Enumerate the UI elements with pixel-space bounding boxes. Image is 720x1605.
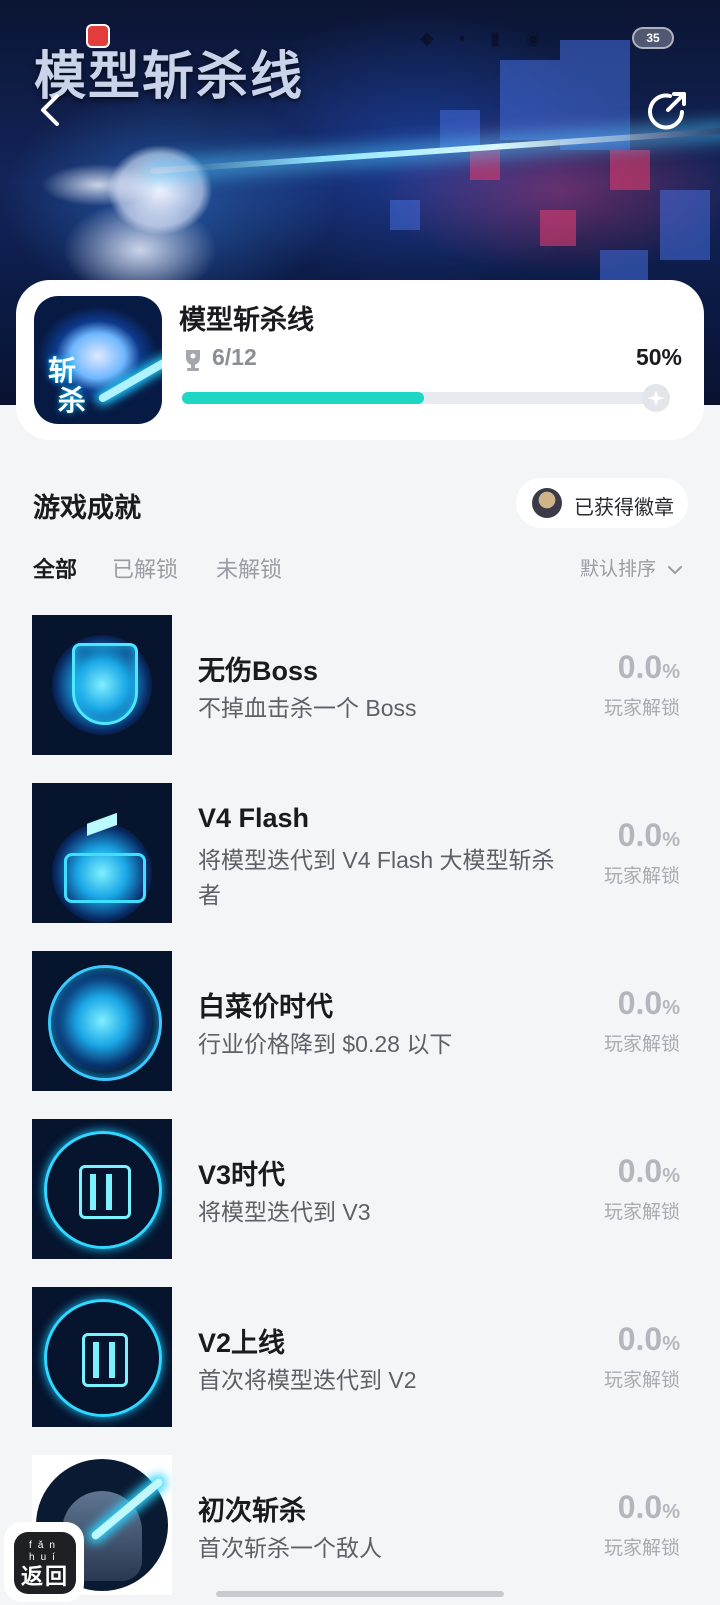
progress-end-badge-icon bbox=[642, 384, 670, 412]
cabbage-circuit-icon bbox=[32, 951, 172, 1091]
status-bar-icons: ◆ ▪ ▮ ◉ bbox=[420, 28, 551, 48]
achievement-unlock-percent: 0.0% bbox=[617, 1489, 680, 1525]
achievement-description: 将模型迭代到 V4 Flash 大模型斩杀者 bbox=[198, 847, 555, 908]
game-icon[interactable]: 斩 杀 bbox=[34, 296, 162, 424]
achievement-unlock-percent: 0.0% bbox=[617, 1153, 680, 1189]
return-button[interactable]: fǎn huí 返回 bbox=[4, 1522, 84, 1602]
achievement-title: V2上线 bbox=[198, 1328, 286, 1358]
progress-bar bbox=[182, 384, 670, 412]
lightning-chip-icon bbox=[32, 783, 172, 923]
chip-three-bars-icon bbox=[32, 1119, 172, 1259]
earned-badges-label: 已获得徽章 bbox=[574, 497, 674, 519]
achievement-description: 首次将模型迭代到 V2 bbox=[198, 1367, 417, 1393]
achievement-title: 无伤Boss bbox=[198, 656, 319, 686]
game-name: 模型斩杀线 bbox=[179, 305, 314, 335]
section-title: 游戏成就 bbox=[33, 493, 141, 523]
chevron-down-icon bbox=[668, 565, 683, 575]
banner-title: 模型斩杀线 bbox=[34, 46, 305, 107]
achievement-row[interactable]: V3时代 将模型迭代到 V3 0.0% 玩家解锁 bbox=[0, 1119, 720, 1269]
achievement-description: 行业价格降到 $0.28 以下 bbox=[198, 1031, 453, 1057]
achievement-unlock-percent: 0.0% bbox=[617, 817, 680, 853]
share-button[interactable] bbox=[644, 88, 692, 136]
chevron-left-icon bbox=[41, 94, 59, 126]
achievement-unlock-percent: 0.0% bbox=[617, 649, 680, 685]
return-button-face: fǎn huí 返回 bbox=[14, 1532, 76, 1594]
achievement-unlock-percent: 0.0% bbox=[617, 1321, 680, 1357]
sort-dropdown[interactable]: 默认排序 bbox=[580, 554, 683, 581]
progress-bar-fill bbox=[182, 392, 424, 404]
achievement-unlock-label: 玩家解锁 bbox=[603, 698, 680, 719]
achievement-description: 首次斩杀一个敌人 bbox=[198, 1535, 382, 1561]
return-pinyin: fǎn huí bbox=[29, 1540, 61, 1563]
achievement-description: 不掉血击杀一个 Boss bbox=[198, 695, 417, 721]
shield-icon bbox=[32, 615, 172, 755]
achievement-title: 初次斩杀 bbox=[198, 1496, 306, 1526]
badge-avatar-icon bbox=[532, 488, 562, 518]
share-arrow-icon bbox=[648, 92, 686, 130]
achievement-row[interactable]: V2上线 首次将模型迭代到 V2 0.0% 玩家解锁 bbox=[0, 1287, 720, 1437]
tab-locked[interactable]: 未解锁 bbox=[216, 552, 282, 584]
chip-two-bars-icon bbox=[32, 1287, 172, 1427]
earned-badges-button[interactable]: 已获得徽章 bbox=[516, 478, 688, 528]
achievement-unlock-label: 玩家解锁 bbox=[603, 1370, 680, 1391]
achievement-title: 白菜价时代 bbox=[198, 992, 333, 1022]
achievement-description: 将模型迭代到 V3 bbox=[198, 1199, 371, 1225]
achievement-progress-count: 6/12 bbox=[212, 344, 257, 370]
achievement-title: V3时代 bbox=[198, 1160, 286, 1190]
app-logo-icon bbox=[86, 24, 110, 48]
achievement-progress-percent: 50% bbox=[635, 344, 682, 370]
achievement-unlock-label: 玩家解锁 bbox=[603, 1202, 680, 1223]
trophy-icon bbox=[186, 350, 200, 371]
achievement-title: V4 Flash bbox=[198, 803, 310, 833]
home-indicator[interactable] bbox=[216, 1591, 504, 1597]
tab-unlocked[interactable]: 已解锁 bbox=[112, 552, 178, 584]
game-info-card: 斩 杀 模型斩杀线 6/12 50% bbox=[16, 280, 704, 440]
achievement-unlock-percent: 0.0% bbox=[617, 985, 680, 1021]
achievement-unlock-label: 玩家解锁 bbox=[603, 1034, 680, 1055]
return-label: 返回 bbox=[20, 1564, 69, 1589]
achievement-unlock-label: 玩家解锁 bbox=[603, 1538, 680, 1559]
achievement-row[interactable]: 白菜价时代 行业价格降到 $0.28 以下 0.0% 玩家解锁 bbox=[0, 951, 720, 1101]
achievement-row[interactable]: V4 Flash 将模型迭代到 V4 Flash 大模型斩杀者 0.0% 玩家解… bbox=[0, 783, 720, 933]
back-button[interactable] bbox=[30, 88, 74, 132]
achievement-row[interactable]: 无伤Boss 不掉血击杀一个 Boss 0.0% 玩家解锁 bbox=[0, 615, 720, 765]
sort-label: 默认排序 bbox=[580, 559, 657, 580]
tab-all[interactable]: 全部 bbox=[33, 552, 77, 584]
battery-indicator: 35 bbox=[632, 27, 674, 49]
achievement-row[interactable]: 初次斩杀 首次斩杀一个敌人 0.0% 玩家解锁 bbox=[0, 1455, 720, 1605]
achievement-unlock-label: 玩家解锁 bbox=[603, 866, 680, 887]
